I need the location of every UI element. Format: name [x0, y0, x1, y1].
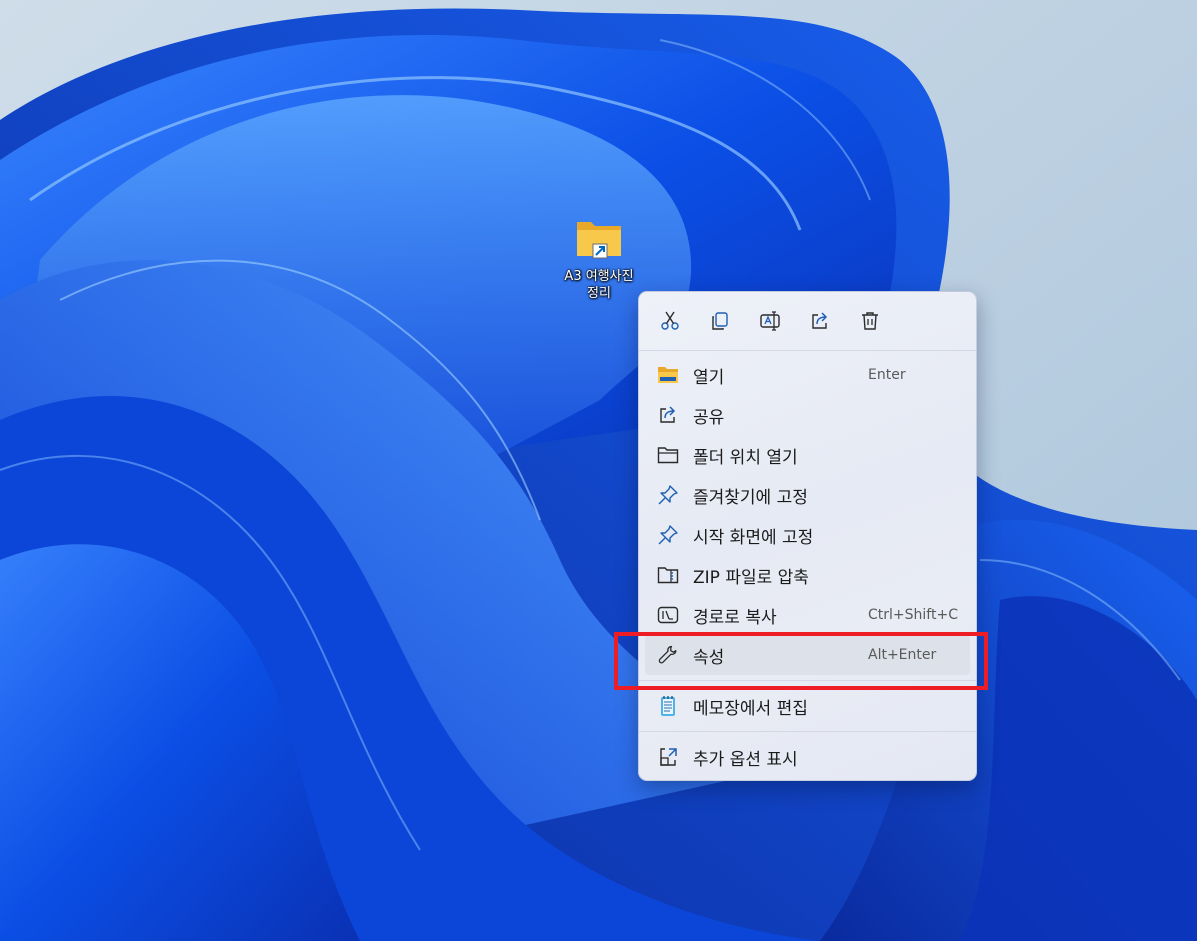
menu-item-share[interactable]: 공유	[645, 395, 970, 435]
menu-item-shortcut: Enter	[868, 367, 906, 383]
context-menu: 열기 Enter 공유 폴더 위치 열기 즐겨찾기에 고정 시작 화면에 고정 …	[638, 291, 977, 781]
menu-item-edit-in-notepad[interactable]: 메모장에서 편집	[645, 686, 970, 726]
folder-outline-icon	[656, 443, 680, 467]
menu-item-pin-favorites[interactable]: 즐겨찾기에 고정	[645, 475, 970, 515]
more-options-icon	[656, 745, 680, 769]
zip-folder-icon	[656, 563, 680, 587]
menu-item-label: 공유	[693, 407, 725, 428]
menu-item-pin-start[interactable]: 시작 화면에 고정	[645, 515, 970, 555]
menu-item-shortcut: Alt+Enter	[868, 647, 937, 663]
menu-separator	[639, 731, 976, 732]
copy-path-icon	[656, 603, 680, 627]
context-menu-quick-actions	[639, 292, 976, 351]
context-menu-items: 열기 Enter 공유 폴더 위치 열기 즐겨찾기에 고정 시작 화면에 고정 …	[639, 351, 976, 777]
menu-item-compress-zip[interactable]: ZIP 파일로 압축	[645, 555, 970, 595]
menu-item-open-folder-location[interactable]: 폴더 위치 열기	[645, 435, 970, 475]
share-icon	[812, 312, 828, 329]
folder-shortcut-icon	[573, 216, 625, 260]
menu-item-open[interactable]: 열기 Enter	[645, 355, 970, 395]
wallpaper	[0, 0, 1197, 941]
notepad-icon	[656, 694, 680, 718]
menu-item-label: 속성	[693, 647, 725, 668]
desktop: A3 여행사진 정리 열기 Enter 공유 폴더 위치 열기 즐겨찾기에 고정…	[0, 0, 1197, 941]
menu-item-copy-as-path[interactable]: 경로로 복사 Ctrl+Shift+C	[645, 595, 970, 635]
menu-item-label: 추가 옵션 표시	[693, 749, 798, 770]
cut-button[interactable]	[653, 304, 687, 338]
pin-icon	[656, 483, 680, 507]
menu-item-label: 경로로 복사	[693, 607, 777, 628]
menu-separator	[639, 680, 976, 681]
menu-item-label: 시작 화면에 고정	[693, 527, 814, 548]
delete-button[interactable]	[853, 304, 887, 338]
menu-item-label: 즐겨찾기에 고정	[693, 487, 808, 508]
menu-item-show-more-options[interactable]: 추가 옵션 표시	[645, 737, 970, 777]
menu-item-label: 메모장에서 편집	[693, 698, 808, 719]
desktop-folder-shortcut[interactable]: A3 여행사진 정리	[548, 216, 650, 302]
share-button[interactable]	[803, 304, 837, 338]
trash-icon	[862, 312, 878, 330]
menu-item-label: 폴더 위치 열기	[693, 447, 798, 468]
scissors-icon	[661, 311, 679, 330]
copy-button[interactable]	[703, 304, 737, 338]
pin-icon	[656, 523, 680, 547]
wrench-icon	[656, 643, 680, 667]
share-icon	[656, 403, 680, 427]
rename-icon	[760, 311, 780, 331]
folder-open-icon	[656, 363, 680, 387]
menu-item-label: ZIP 파일로 압축	[693, 567, 809, 588]
desktop-icon-label: A3 여행사진 정리	[564, 269, 634, 301]
menu-item-shortcut: Ctrl+Shift+C	[868, 607, 958, 623]
copy-icon	[712, 312, 728, 330]
rename-button[interactable]	[753, 304, 787, 338]
menu-item-label: 열기	[693, 367, 725, 388]
menu-item-properties[interactable]: 속성 Alt+Enter	[645, 635, 970, 675]
